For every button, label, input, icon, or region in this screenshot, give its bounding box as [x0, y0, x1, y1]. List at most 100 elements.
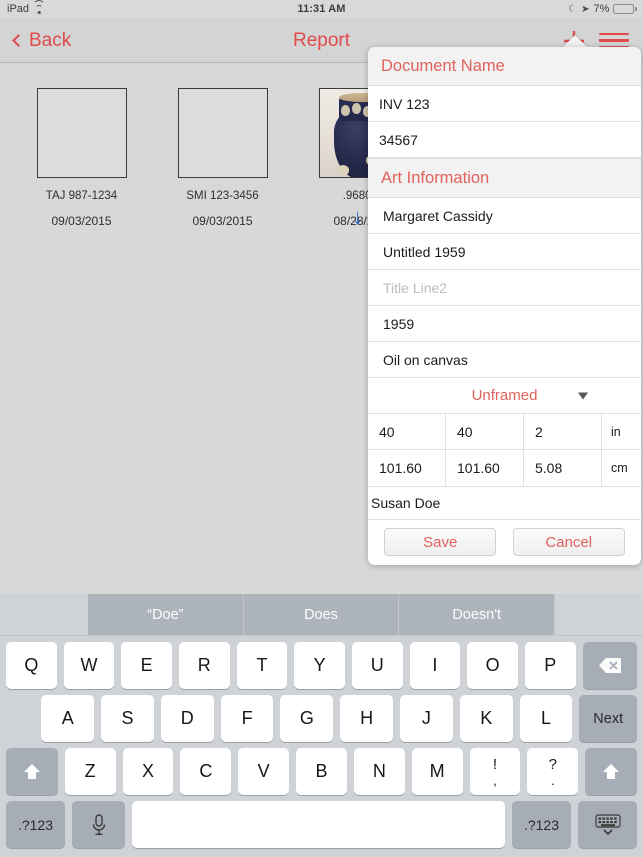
key-n[interactable]: N — [353, 748, 405, 795]
suggestion-bar-right-spacer — [555, 594, 643, 635]
keyboard-row-3: Z X C V B N M ! , ? . — [0, 742, 643, 795]
keyboard-row-1: Q W E R T Y U I O P — [0, 636, 643, 689]
thumbnail-caption: SMI 123-3456 — [186, 190, 259, 202]
key-question-label: ? — [548, 755, 557, 773]
field-title-line2[interactable]: Title Line2 — [368, 270, 641, 306]
key-f[interactable]: F — [220, 695, 274, 742]
key-exclamation-comma[interactable]: ! , — [469, 748, 521, 795]
field-artist-name[interactable]: Margaret Cassidy — [368, 198, 641, 234]
dimensions-table: 40 40 2 in 101.60 101.60 5.08 cm — [368, 414, 641, 487]
hide-keyboard-key[interactable] — [578, 801, 637, 848]
shift-arrow-icon — [603, 763, 620, 779]
key-t[interactable]: T — [236, 642, 288, 689]
cell-unit-in: in — [611, 424, 621, 439]
moon-icon: ☾ — [568, 3, 578, 15]
field-buyer-name-value: Susan Doe — [371, 495, 441, 511]
next-key[interactable]: Next — [579, 695, 638, 742]
suggestion-bar-left-spacer — [0, 594, 88, 635]
key-k[interactable]: K — [459, 695, 513, 742]
key-x[interactable]: X — [122, 748, 174, 795]
hamburger-menu-icon — [599, 32, 629, 36]
key-b[interactable]: B — [296, 748, 347, 795]
location-arrow-icon: ➤ — [581, 3, 590, 15]
cell-depth-cm[interactable]: 5.08 — [524, 450, 602, 486]
shift-arrow-icon — [23, 763, 40, 779]
key-a[interactable]: A — [41, 695, 95, 742]
key-e[interactable]: E — [121, 642, 172, 689]
field-title-line1[interactable]: Untitled 1959 — [368, 234, 641, 270]
down-arrow-icon[interactable]: ↓ — [352, 204, 363, 230]
microphone-icon — [92, 813, 105, 835]
battery-percent-label: 7% — [593, 3, 610, 15]
section-header-document-name: Document Name — [368, 47, 641, 86]
status-bar-clock: 11:31 AM — [297, 3, 346, 15]
numeric-key-left[interactable]: .?123 — [6, 801, 65, 848]
document-form-popover: Document Name INV 123 34567 Art Informat… — [368, 47, 641, 565]
field-buyer-name-row[interactable]: Susan Doe — [368, 487, 641, 520]
key-comma-label: , — [493, 772, 497, 788]
frame-status-value: Unframed — [471, 387, 538, 404]
cell-width-cm[interactable]: 101.60 — [446, 450, 524, 486]
space-key[interactable] — [132, 801, 505, 848]
field-medium[interactable]: Oil on canvas — [368, 342, 641, 378]
table-row: 101.60 101.60 5.08 cm — [368, 450, 641, 486]
popover-button-row: Save Cancel — [368, 520, 641, 564]
key-u[interactable]: U — [351, 642, 403, 689]
cell-unit-cm: cm — [611, 461, 628, 475]
key-i[interactable]: I — [409, 642, 461, 689]
thumbnail-image-placeholder[interactable] — [36, 88, 127, 178]
thumbnail-date: 09/03/2015 — [192, 214, 253, 228]
key-h[interactable]: H — [340, 695, 394, 742]
key-question-period[interactable]: ? . — [527, 748, 579, 795]
save-button[interactable]: Save — [384, 528, 497, 556]
thumbnail-caption: TAJ 987-1234 — [45, 190, 118, 202]
key-r[interactable]: R — [178, 642, 230, 689]
key-p[interactable]: P — [524, 642, 576, 689]
cell-depth-in[interactable]: 2 — [524, 414, 602, 449]
status-bar: iPad 11:31 AM ☾ ➤ 7% — [0, 0, 643, 18]
key-o[interactable]: O — [467, 642, 518, 689]
keyboard-row-2: A S D F G H J K L Next — [0, 689, 643, 742]
cell-width-in[interactable]: 40 — [446, 414, 524, 449]
backspace-icon — [598, 657, 622, 674]
key-w[interactable]: W — [63, 642, 115, 689]
thumbnail-image-placeholder[interactable] — [177, 88, 268, 178]
field-year[interactable]: 1959 — [368, 306, 641, 342]
key-exclamation-label: ! — [492, 755, 498, 773]
key-c[interactable]: C — [180, 748, 232, 795]
key-j[interactable]: J — [400, 695, 453, 742]
key-y[interactable]: Y — [294, 642, 345, 689]
thumbnail-date: 09/03/2015 — [51, 214, 112, 228]
cell-height-in[interactable]: 40 — [368, 414, 446, 449]
dictation-key[interactable] — [72, 801, 125, 848]
field-document-number[interactable]: INV 123 — [368, 86, 641, 122]
triangle-down-icon — [578, 392, 588, 399]
hide-keyboard-icon — [594, 813, 621, 835]
key-d[interactable]: D — [160, 695, 214, 742]
thumbnail-item[interactable]: TAJ 987-1234 09/03/2015 — [22, 88, 141, 228]
thumbnail-item[interactable]: SMI 123-3456 09/03/2015 — [163, 88, 282, 228]
cell-height-cm[interactable]: 101.60 — [368, 450, 446, 486]
key-z[interactable]: Z — [64, 748, 116, 795]
key-m[interactable]: M — [411, 748, 463, 795]
backspace-key[interactable] — [582, 642, 637, 689]
field-document-id[interactable]: 34567 — [368, 122, 641, 158]
table-row: 40 40 2 in — [368, 414, 641, 450]
shift-key-left[interactable] — [6, 748, 58, 795]
shift-key-right[interactable] — [585, 748, 637, 795]
key-g[interactable]: G — [280, 695, 334, 742]
key-l[interactable]: L — [519, 695, 573, 742]
on-screen-keyboard: “Doe” Does Doesn't Q W E R T Y U I O P A… — [0, 594, 643, 857]
numeric-key-right[interactable]: .?123 — [512, 801, 571, 848]
battery-icon — [613, 4, 637, 14]
key-s[interactable]: S — [101, 695, 154, 742]
suggestion-2[interactable]: Doesn't — [399, 594, 556, 635]
key-period-label: . — [550, 772, 555, 788]
cancel-button[interactable]: Cancel — [512, 528, 625, 556]
suggestion-0[interactable]: “Doe” — [88, 594, 244, 635]
status-bar-right: ☾ ➤ 7% — [568, 3, 637, 15]
key-q[interactable]: Q — [6, 642, 57, 689]
suggestion-1[interactable]: Does — [243, 594, 400, 635]
key-v[interactable]: V — [238, 748, 290, 795]
frame-status-select[interactable]: Unframed — [368, 378, 641, 414]
